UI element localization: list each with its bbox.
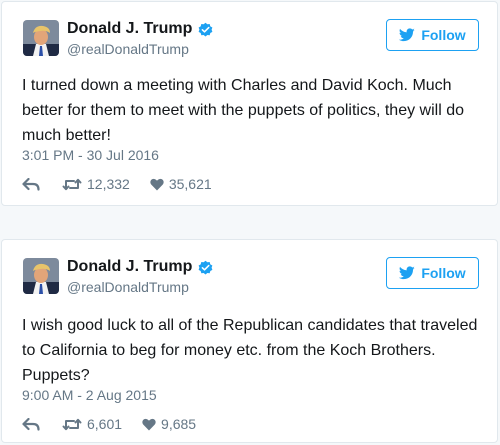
reply-icon [22, 417, 40, 431]
verified-badge-icon [198, 260, 213, 275]
timestamp[interactable]: 3:01 PM - 30 Jul 2016 [22, 147, 159, 163]
retweet-count: 12,332 [87, 176, 130, 192]
user-handle[interactable]: @realDonaldTrump [67, 279, 189, 295]
retweet-icon [62, 418, 82, 430]
user-name[interactable]: Donald J. Trump [67, 20, 192, 38]
twitter-bird-icon [399, 28, 416, 42]
reply-button[interactable] [22, 177, 40, 191]
follow-label: Follow [421, 265, 466, 281]
like-count: 35,621 [168, 176, 212, 192]
verified-badge-icon [198, 22, 213, 37]
retweet-count: 6,601 [87, 416, 123, 432]
follow-button[interactable]: Follow [386, 257, 479, 289]
reply-icon [22, 177, 40, 191]
heart-icon [142, 418, 156, 430]
tweet-actions: 6,601 9,685 [22, 416, 196, 432]
tweet-card: Donald J. Trump @realDonaldTrump Follow … [1, 239, 498, 443]
tweet-text: I wish good luck to all of the Republica… [22, 317, 478, 384]
like-button[interactable]: 35,621 [150, 176, 212, 192]
like-count: 9,685 [161, 416, 197, 432]
follow-button[interactable]: Follow [386, 19, 479, 51]
tweet-text: I turned down a meeting with Charles and… [22, 77, 464, 144]
retweet-button[interactable]: 12,332 [62, 176, 130, 192]
tweet-actions: 12,332 35,621 [22, 176, 212, 192]
follow-label: Follow [421, 27, 466, 43]
like-button[interactable]: 9,685 [142, 416, 196, 432]
twitter-bird-icon [399, 266, 416, 280]
user-handle[interactable]: @realDonaldTrump [67, 41, 189, 57]
avatar[interactable] [23, 20, 59, 56]
reply-button[interactable] [22, 417, 40, 431]
user-name[interactable]: Donald J. Trump [67, 258, 192, 276]
heart-icon [150, 178, 164, 190]
avatar[interactable] [23, 258, 59, 294]
retweet-icon [62, 178, 82, 190]
tweet-card: Donald J. Trump @realDonaldTrump Follow … [1, 1, 498, 206]
retweet-button[interactable]: 6,601 [62, 416, 122, 432]
timestamp[interactable]: 9:00 AM - 2 Aug 2015 [22, 387, 157, 403]
